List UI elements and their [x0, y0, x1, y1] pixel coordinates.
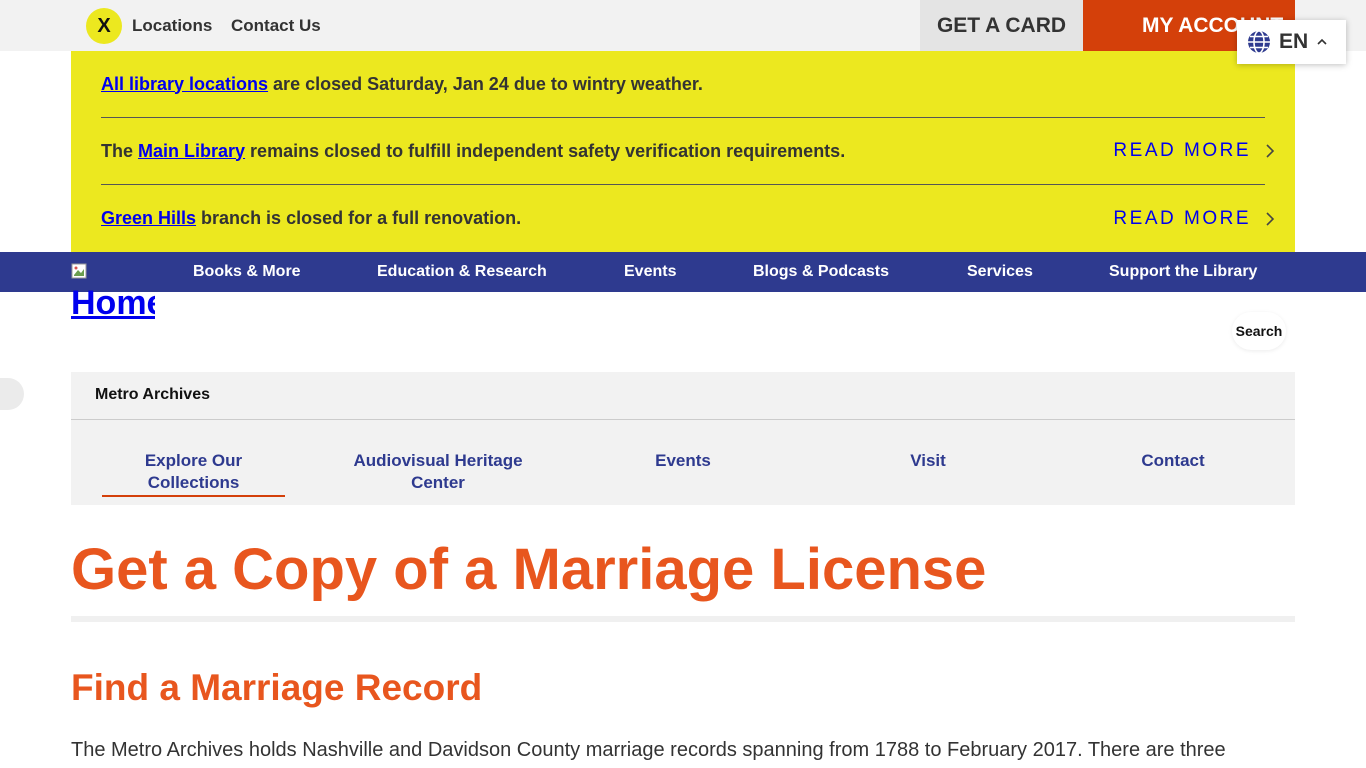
body-paragraph: The Metro Archives holds Nashville and D…	[71, 739, 1226, 761]
chevron-right-icon	[1266, 144, 1275, 158]
subsite-title[interactable]: Metro Archives	[95, 386, 210, 404]
alert-item: The Main Library remains closed to fulfi…	[101, 118, 1275, 185]
divider	[71, 419, 1295, 420]
globe-icon	[1248, 30, 1270, 54]
home-link[interactable]: Home	[71, 284, 155, 324]
nav-events[interactable]: Events	[624, 252, 676, 292]
search-button[interactable]: Search	[1232, 312, 1286, 350]
alert-text: The Main Library remains closed to fulfi…	[101, 140, 846, 161]
contact-us-link[interactable]: Contact Us	[231, 16, 321, 36]
utility-bar: X Locations Contact Us GET A CARD MY ACC…	[0, 0, 1366, 51]
language-code: EN	[1279, 30, 1309, 53]
get-a-card-button[interactable]: GET A CARD	[920, 0, 1083, 51]
subnav-audiovisual-heritage[interactable]: Audiovisual Heritage Center	[348, 450, 528, 494]
alert-text: Green Hills branch is closed for a full …	[101, 208, 522, 228]
page-title: Get a Copy of a Marriage License	[71, 537, 987, 602]
nav-books-more[interactable]: Books & More	[193, 252, 301, 292]
close-alerts-button[interactable]: X	[86, 8, 122, 44]
alert-text: All library locations are closed Saturda…	[101, 73, 703, 94]
nav-education-research[interactable]: Education & Research	[377, 252, 547, 292]
read-more-link[interactable]: READ MORE	[1113, 185, 1275, 252]
alert-item: Green Hills branch is closed for a full …	[101, 185, 1275, 252]
chevron-up-icon	[1317, 38, 1327, 45]
subnav-events[interactable]: Events	[643, 450, 723, 472]
green-hills-link[interactable]: Green Hills	[101, 208, 196, 228]
main-nav: Books & More Education & Research Events…	[0, 252, 1366, 292]
nav-support-library[interactable]: Support the Library	[1109, 252, 1257, 292]
locations-link[interactable]: Locations	[132, 16, 212, 36]
subsite-header: Metro Archives Explore Our Collections A…	[71, 372, 1295, 505]
broken-image-icon[interactable]	[71, 263, 87, 279]
subnav-contact[interactable]: Contact	[1133, 450, 1213, 472]
read-more-link[interactable]: READ MORE	[1113, 118, 1275, 184]
main-library-link[interactable]: Main Library	[138, 141, 245, 161]
language-selector[interactable]: EN	[1237, 20, 1346, 64]
chevron-right-icon	[1266, 211, 1275, 226]
section-title: Find a Marriage Record	[71, 667, 483, 708]
nav-services[interactable]: Services	[967, 252, 1033, 292]
all-locations-link[interactable]: All library locations	[101, 74, 268, 94]
divider	[71, 616, 1295, 622]
subsite-tab	[0, 378, 24, 410]
nav-blogs-podcasts[interactable]: Blogs & Podcasts	[753, 252, 889, 292]
subnav-visit[interactable]: Visit	[898, 450, 958, 472]
alert-item: All library locations are closed Saturda…	[101, 51, 1265, 118]
subnav-explore-collections[interactable]: Explore Our Collections	[102, 450, 285, 497]
alerts-panel: All library locations are closed Saturda…	[71, 51, 1295, 252]
